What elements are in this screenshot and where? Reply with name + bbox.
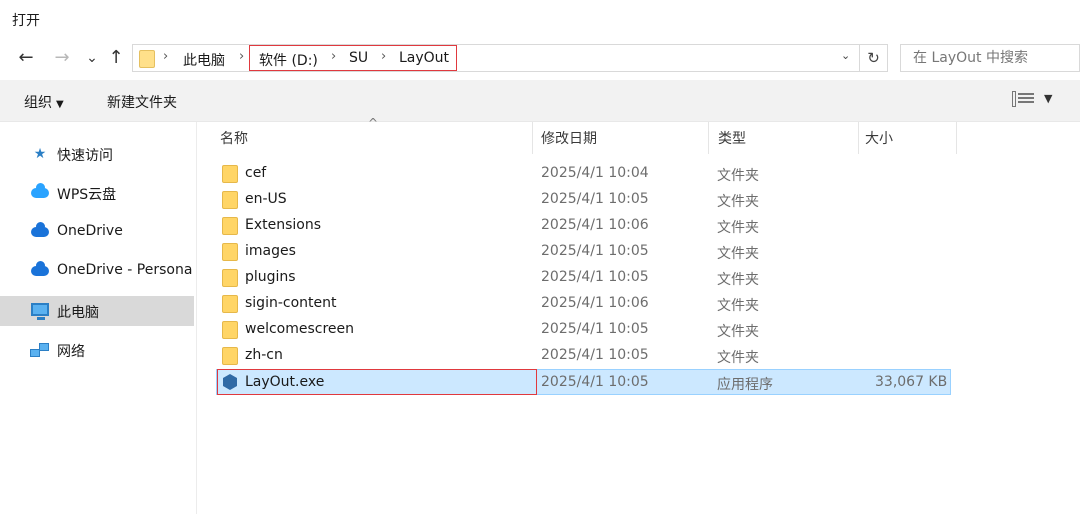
caret-down-icon[interactable]: ▼	[1044, 92, 1052, 105]
new-folder-button[interactable]: 新建文件夹	[107, 92, 177, 112]
file-modified: 2025/4/1 10:05	[541, 191, 649, 207]
file-type: 文件夹	[717, 246, 759, 262]
column-header-name[interactable]: 名称	[220, 128, 248, 148]
folder-icon	[222, 321, 238, 339]
file-type: 文件夹	[717, 220, 759, 236]
folder-icon	[222, 295, 238, 313]
file-name: cef	[245, 165, 267, 181]
address-bar[interactable]: › 此电脑 › 软件 (D:) › SU › LayOut ⌄ ↻	[132, 44, 888, 72]
sidebar-item-label: OneDrive - Persona	[57, 262, 193, 278]
file-name: sigin-content	[245, 295, 337, 311]
folder-icon	[222, 217, 238, 235]
file-modified: 2025/4/1 10:05	[541, 243, 649, 259]
refresh-icon[interactable]: ↻	[859, 45, 887, 71]
sidebar-item-wps-cloud[interactable]: WPS云盘	[0, 178, 194, 208]
file-highlight-box	[217, 369, 537, 395]
navigation-pane: ★ 快速访问 WPS云盘 OneDrive OneDrive - Persona…	[0, 122, 197, 514]
up-arrow-icon[interactable]: ↑	[104, 46, 128, 70]
column-header-size[interactable]: 大小	[865, 128, 893, 148]
list-item[interactable]: zh-cn 2025/4/1 10:05 文件夹	[216, 343, 951, 369]
file-name: en-US	[245, 191, 287, 207]
file-type: 应用程序	[717, 377, 773, 393]
forward-arrow-icon[interactable]: →	[50, 46, 74, 70]
sidebar-item-label: 网络	[57, 344, 85, 360]
file-name: plugins	[245, 269, 296, 285]
back-arrow-icon[interactable]: ←	[14, 46, 38, 70]
organize-button[interactable]: 组织 ▼	[24, 92, 64, 112]
file-list: ^ 名称 修改日期 类型 大小 cef 2025/4/1 10:04 文件夹 e…	[198, 116, 1080, 514]
file-name: images	[245, 243, 296, 259]
sidebar-item-label: WPS云盘	[57, 187, 117, 203]
column-header-type[interactable]: 类型	[718, 128, 746, 148]
file-name: Extensions	[245, 217, 322, 233]
sidebar-item-onedrive-personal[interactable]: OneDrive - Persona	[0, 256, 194, 286]
column-divider[interactable]	[532, 122, 533, 154]
list-item[interactable]: en-US 2025/4/1 10:05 文件夹	[216, 187, 951, 213]
file-type: 文件夹	[717, 168, 759, 184]
file-size: 33,067 KB	[875, 374, 948, 390]
file-name: zh-cn	[245, 347, 283, 363]
sidebar-item-this-pc[interactable]: 此电脑	[0, 296, 194, 326]
folder-icon	[222, 243, 238, 261]
list-item[interactable]: welcomescreen 2025/4/1 10:05 文件夹	[216, 317, 951, 343]
onedrive-icon	[31, 222, 49, 237]
caret-down-icon: ▼	[56, 99, 64, 110]
file-type: 文件夹	[717, 272, 759, 288]
column-divider[interactable]	[956, 122, 957, 154]
sidebar-item-label: 快速访问	[57, 148, 113, 164]
list-item[interactable]: plugins 2025/4/1 10:05 文件夹	[216, 265, 951, 291]
wps-cloud-icon	[31, 183, 49, 198]
column-header-modified[interactable]: 修改日期	[541, 128, 597, 148]
list-item[interactable]: sigin-content 2025/4/1 10:06 文件夹	[216, 291, 951, 317]
column-divider[interactable]	[858, 122, 859, 154]
file-type: 文件夹	[717, 350, 759, 366]
address-row: ← → ⌄ ↑ › 此电脑 › 软件 (D:) › SU › LayOut ⌄ …	[0, 38, 1080, 80]
sidebar-item-label: 此电脑	[57, 305, 99, 321]
sort-ascending-icon: ^	[368, 116, 379, 130]
folder-icon	[222, 191, 238, 209]
folder-icon	[222, 269, 238, 287]
file-modified: 2025/4/1 10:06	[541, 295, 649, 311]
title-bar: 打开	[0, 0, 1080, 38]
command-bar: 组织 ▼ 新建文件夹 ▼	[0, 80, 1080, 122]
file-type: 文件夹	[717, 194, 759, 210]
organize-label: 组织	[24, 95, 52, 111]
sidebar-item-onedrive[interactable]: OneDrive	[0, 217, 194, 247]
list-item[interactable]: images 2025/4/1 10:05 文件夹	[216, 239, 951, 265]
computer-icon	[31, 303, 49, 320]
list-item[interactable]: Extensions 2025/4/1 10:06 文件夹	[216, 213, 951, 239]
sidebar-item-quick-access[interactable]: ★ 快速访问	[0, 139, 194, 169]
breadcrumb-this-pc[interactable]: 此电脑	[183, 50, 225, 70]
breadcrumb-separator-icon[interactable]: ›	[239, 49, 244, 64]
onedrive-icon	[31, 261, 49, 276]
file-modified: 2025/4/1 10:04	[541, 165, 649, 181]
file-type: 文件夹	[717, 298, 759, 314]
folder-icon	[222, 347, 238, 365]
list-item-selected[interactable]: LayOut.exe 2025/4/1 10:05 应用程序 33,067 KB	[216, 369, 951, 395]
view-options-icon[interactable]	[1012, 91, 1034, 107]
file-modified: 2025/4/1 10:05	[541, 269, 649, 285]
file-type: 文件夹	[717, 324, 759, 340]
recent-locations-chevron-icon[interactable]: ⌄	[80, 46, 104, 70]
list-item[interactable]: cef 2025/4/1 10:04 文件夹	[216, 161, 951, 187]
folder-icon	[139, 50, 155, 68]
address-highlight-box	[249, 45, 457, 71]
breadcrumb-separator-icon[interactable]: ›	[163, 49, 168, 64]
file-modified: 2025/4/1 10:05	[541, 374, 649, 390]
sidebar-item-network[interactable]: 网络	[0, 335, 194, 365]
star-icon: ★	[33, 146, 47, 162]
network-icon	[30, 343, 50, 357]
folder-icon	[222, 165, 238, 183]
file-modified: 2025/4/1 10:05	[541, 347, 649, 363]
file-modified: 2025/4/1 10:05	[541, 321, 649, 337]
file-modified: 2025/4/1 10:06	[541, 217, 649, 233]
window-title: 打开	[12, 13, 40, 29]
search-input[interactable]: 在 LayOut 中搜索	[900, 44, 1080, 72]
address-dropdown-icon[interactable]: ⌄	[841, 49, 850, 62]
file-name: welcomescreen	[245, 321, 355, 337]
sidebar-item-label: OneDrive	[57, 223, 123, 239]
column-divider[interactable]	[708, 122, 709, 154]
